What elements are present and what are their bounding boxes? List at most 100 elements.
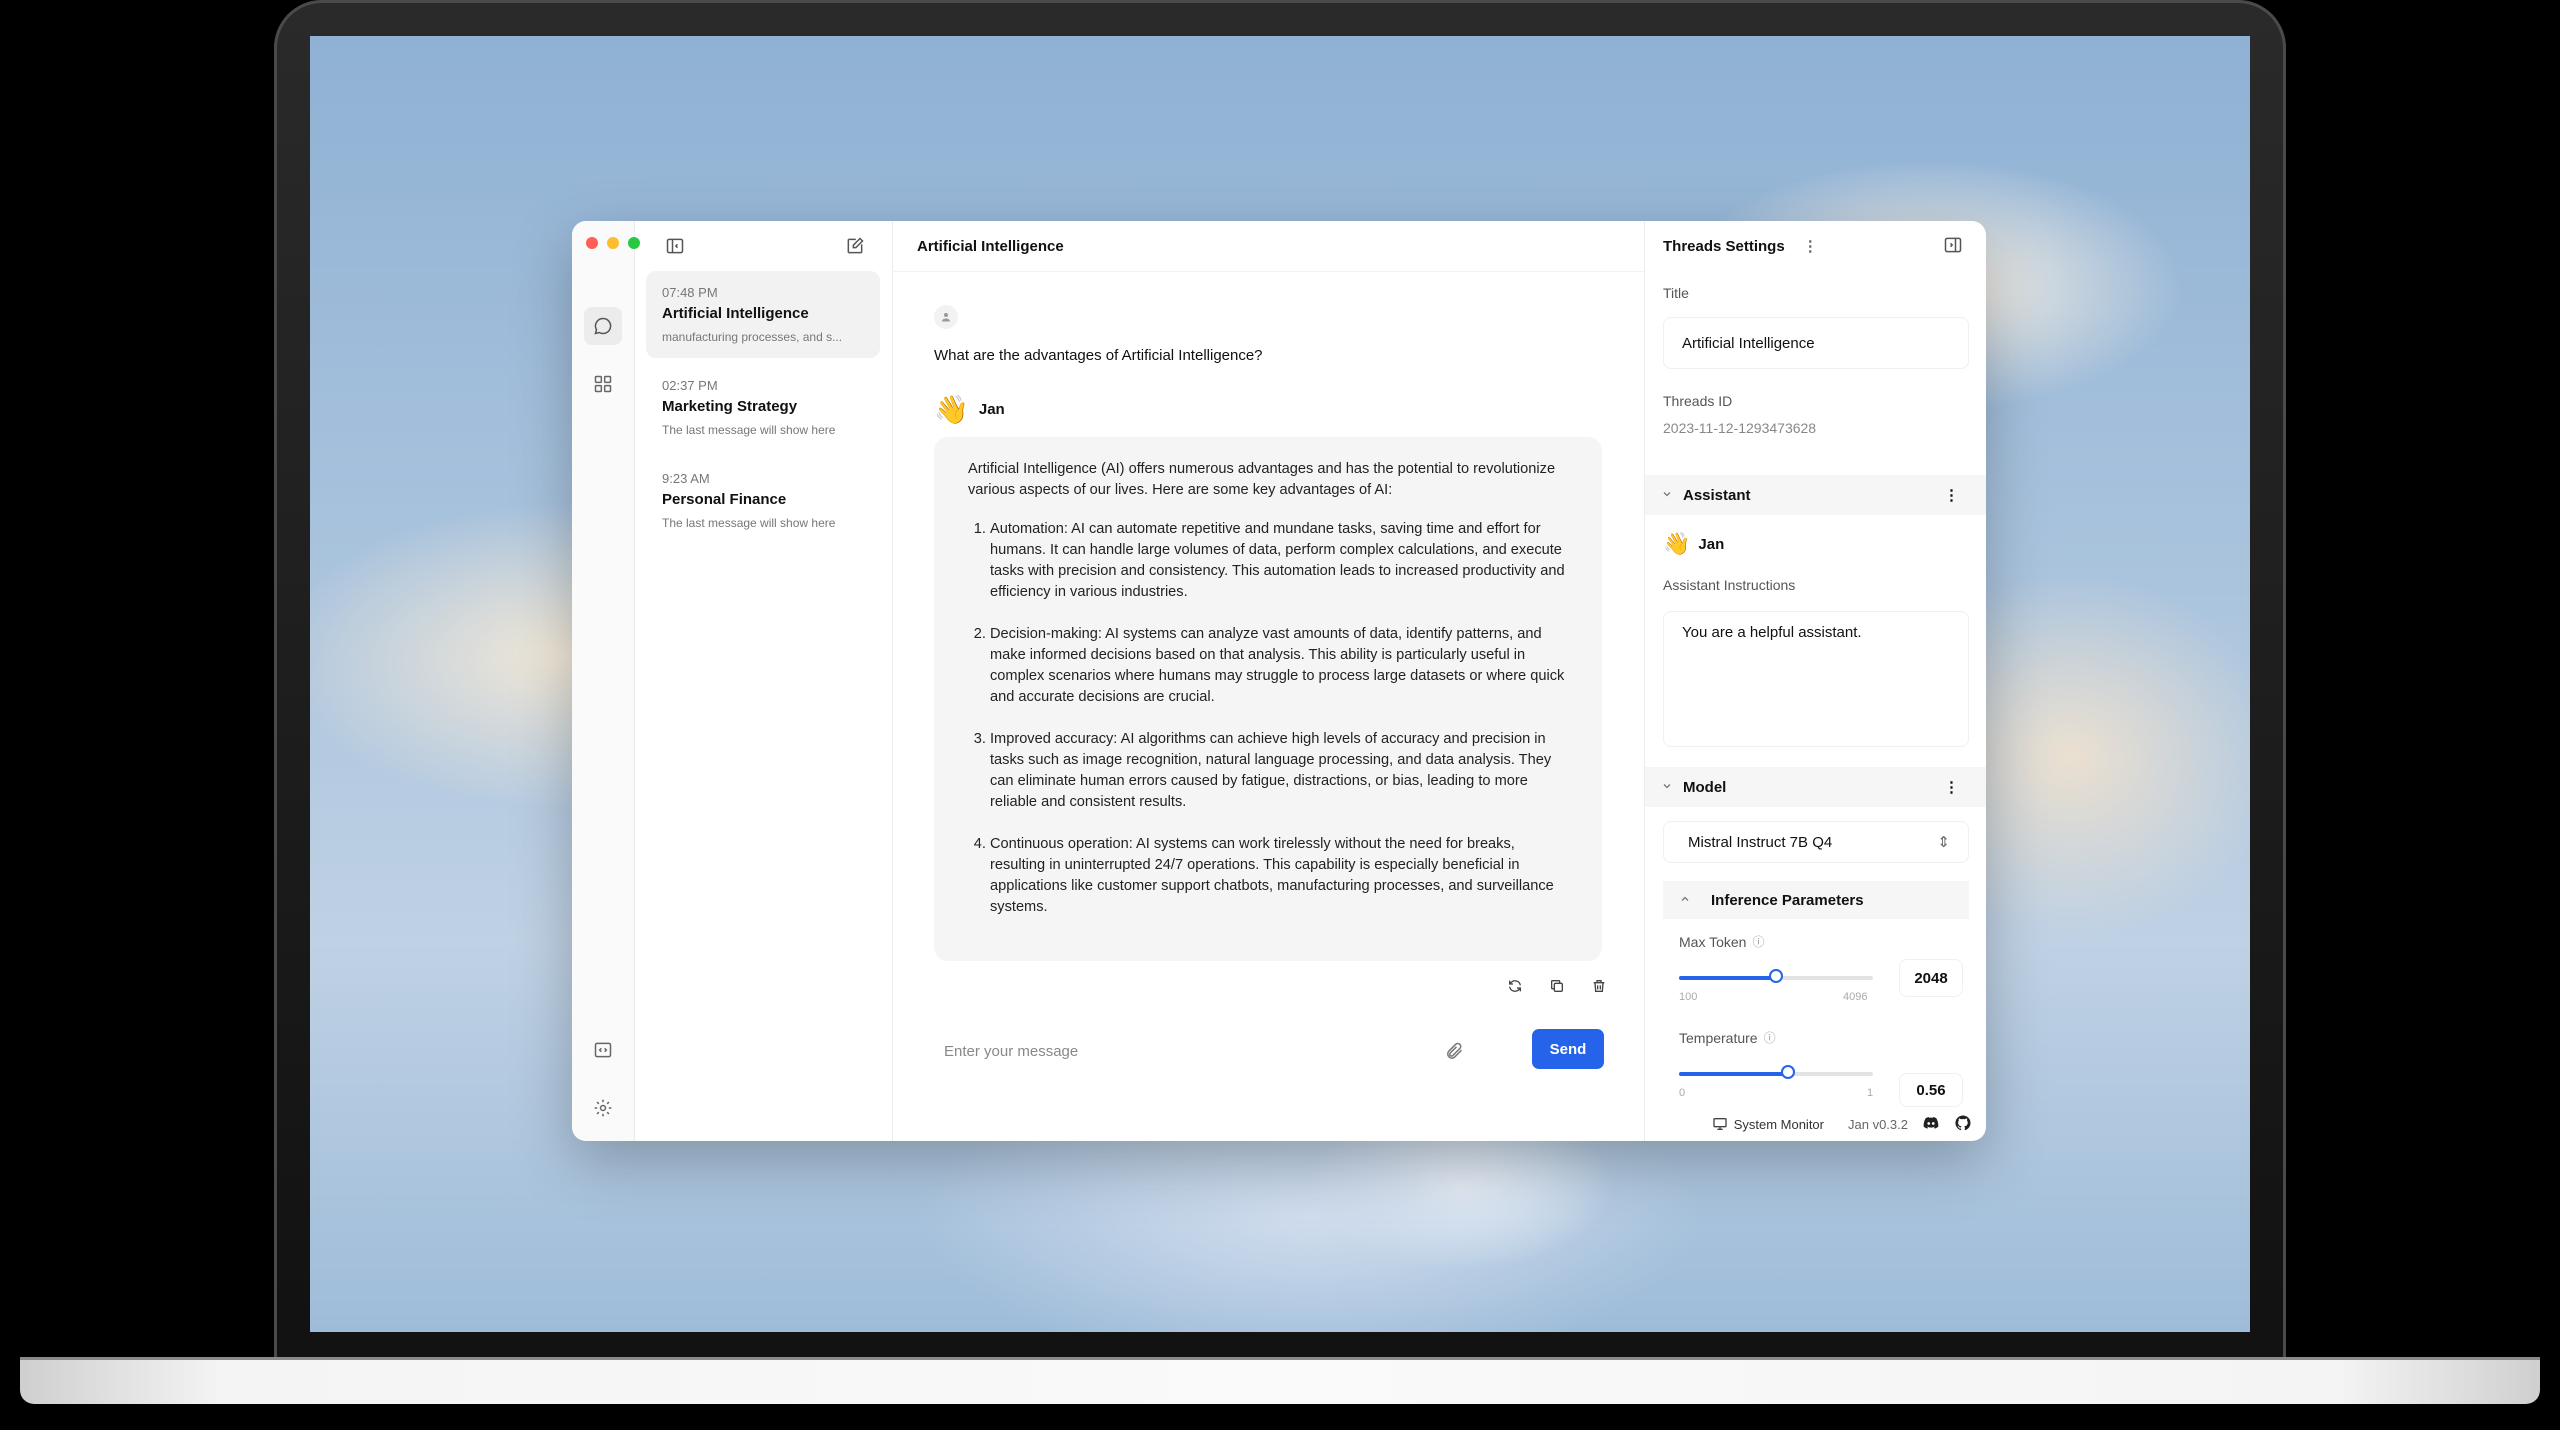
thread-time: 02:37 PM: [662, 378, 718, 393]
model-section-header[interactable]: Model ⋮: [1645, 767, 1986, 807]
system-monitor-label: System Monitor: [1733, 1116, 1824, 1132]
thread-title: Personal Finance: [662, 491, 787, 508]
nav-rail: [572, 221, 640, 1141]
chat-title: Artificial Intelligence: [892, 221, 1644, 272]
thread-list-panel: 07:48 PM Artificial Intelligence manufac…: [634, 221, 893, 1141]
app-window: 07:48 PM Artificial Intelligence manufac…: [572, 221, 1986, 1141]
settings-more-icon[interactable]: ⋮: [1803, 237, 1818, 255]
settings-header: Threads Settings ⋮: [1645, 221, 1986, 271]
temperature-max: 1: [1867, 1087, 1874, 1099]
window-controls: [586, 237, 640, 249]
assistant-name: Jan: [1698, 535, 1725, 553]
max-token-slider-fill: [1679, 976, 1776, 980]
message-actions: [1502, 973, 1612, 999]
user-message: What are the advantages of Artificial In…: [934, 347, 1263, 364]
answer-list: Automation: AI can automate repetitive a…: [968, 519, 1568, 918]
thread-preview: The last message will show here: [662, 423, 836, 437]
chevron-down-icon: [1661, 487, 1673, 504]
monitor-icon: [1713, 1118, 1727, 1130]
close-window-button[interactable]: [586, 237, 598, 249]
delete-icon[interactable]: [1586, 973, 1612, 999]
chat-panel: Artificial Intelligence What are the adv…: [892, 221, 1644, 1141]
copy-icon[interactable]: [1544, 973, 1570, 999]
instructions-label: Assistant Instructions: [1663, 577, 1796, 593]
send-button[interactable]: Send: [1532, 1029, 1604, 1069]
thread-id-label: Threads ID: [1663, 393, 1733, 409]
temperature-label: Temperature: [1679, 1029, 1758, 1046]
thread-id-value: 2023-11-12-1293473628: [1663, 420, 1817, 436]
status-bar: System Monitor Jan v0.3.2: [892, 1107, 1986, 1141]
thread-item-artificial-intelligence[interactable]: 07:48 PM Artificial Intelligence manufac…: [646, 271, 880, 358]
model-section-title: Model: [1683, 778, 1727, 796]
title-label: Title: [1663, 285, 1689, 301]
assistant-header: 👋 Jan: [934, 393, 1005, 426]
settings-gear-icon[interactable]: [584, 1089, 622, 1127]
max-token-value[interactable]: 2048: [1899, 959, 1963, 997]
assistant-name: Jan: [978, 401, 1005, 418]
info-icon[interactable]: ⓘ: [1764, 1029, 1776, 1046]
waving-hand-icon: 👋: [1663, 531, 1691, 556]
thread-settings-panel: Threads Settings ⋮ Title Artificial Inte…: [1644, 221, 1986, 1141]
model-select[interactable]: Mistral Instruct 7B Q4 ⇕: [1663, 821, 1969, 863]
thread-time: 9:23 AM: [662, 471, 710, 486]
answer-point: Improved accuracy: AI algorithms can ach…: [990, 729, 1568, 813]
answer-point: Continuous operation: AI systems can wor…: [990, 834, 1568, 918]
inference-section-header[interactable]: Inference Parameters: [1663, 881, 1969, 919]
info-icon[interactable]: ⓘ: [1752, 933, 1764, 950]
minimize-window-button[interactable]: [607, 237, 619, 249]
max-token-label-row: Max Token ⓘ: [1679, 933, 1764, 950]
temperature-slider[interactable]: [1679, 1065, 1873, 1079]
temperature-slider-fill: [1679, 1072, 1788, 1076]
toggle-sidebar-icon[interactable]: [662, 233, 688, 259]
discord-icon[interactable]: [1922, 1114, 1940, 1135]
thread-item-personal-finance[interactable]: 9:23 AM Personal Finance The last messag…: [646, 457, 880, 544]
max-token-min: 100: [1679, 991, 1698, 1003]
instructions-textarea[interactable]: You are a helpful assistant.: [1663, 611, 1969, 747]
title-input[interactable]: Artificial Intelligence: [1663, 317, 1969, 369]
max-token-max: 4096: [1843, 991, 1868, 1003]
thread-title: Artificial Intelligence: [662, 305, 809, 322]
model-select-value: Mistral Instruct 7B Q4: [1688, 834, 1833, 851]
temperature-slider-thumb[interactable]: [1780, 1065, 1795, 1079]
max-token-slider-thumb[interactable]: [1769, 969, 1783, 983]
max-token-slider[interactable]: [1679, 969, 1873, 983]
message-input[interactable]: Enter your message: [934, 1031, 1484, 1071]
model-more-icon[interactable]: ⋮: [1944, 778, 1959, 796]
assistant-section-header[interactable]: Assistant ⋮: [1645, 475, 1986, 515]
laptop-base: [20, 1360, 2540, 1404]
regenerate-icon[interactable]: [1502, 973, 1528, 999]
chevron-updown-icon: ⇕: [1937, 834, 1950, 851]
answer-point: Decision-making: AI systems can analyze …: [990, 624, 1568, 708]
thread-item-marketing-strategy[interactable]: 02:37 PM Marketing Strategy The last mes…: [646, 364, 880, 451]
grid-icon[interactable]: [584, 365, 622, 403]
code-icon[interactable]: [584, 1031, 622, 1069]
temperature-value[interactable]: 0.56: [1899, 1073, 1963, 1107]
temperature-min: 0: [1679, 1087, 1686, 1099]
thread-preview: manufacturing processes, and s...: [662, 330, 843, 344]
settings-title: Threads Settings: [1663, 237, 1785, 255]
thread-title: Marketing Strategy: [662, 398, 798, 415]
thread-time: 07:48 PM: [662, 285, 718, 300]
answer-intro: Artificial Intelligence (AI) offers nume…: [968, 461, 1556, 498]
chat-bubble-icon[interactable]: [584, 307, 622, 345]
toggle-right-panel-icon[interactable]: [1943, 235, 1963, 259]
new-thread-icon[interactable]: [842, 233, 868, 259]
chevron-up-icon: [1679, 892, 1691, 909]
assistant-more-icon[interactable]: ⋮: [1944, 486, 1959, 504]
max-token-label: Max Token: [1679, 933, 1747, 950]
github-icon[interactable]: [1954, 1114, 1972, 1135]
system-monitor-button[interactable]: System Monitor: [1712, 1116, 1824, 1132]
chevron-down-icon: [1661, 779, 1673, 796]
assistant-section-title: Assistant: [1683, 486, 1751, 504]
version-label: Jan v0.3.2: [1848, 1116, 1908, 1132]
temperature-label-row: Temperature ⓘ: [1679, 1029, 1776, 1046]
assistant-identity: 👋 Jan: [1663, 531, 1724, 557]
assistant-message: Artificial Intelligence (AI) offers nume…: [934, 437, 1602, 961]
thread-preview: The last message will show here: [662, 516, 836, 530]
thread-list-toolbar: [634, 221, 892, 271]
attachment-icon[interactable]: [1444, 1041, 1464, 1066]
inference-section-title: Inference Parameters: [1711, 891, 1864, 909]
waving-hand-icon: 👋: [934, 394, 969, 425]
user-avatar-icon: [934, 305, 958, 329]
answer-point: Automation: AI can automate repetitive a…: [990, 519, 1568, 603]
